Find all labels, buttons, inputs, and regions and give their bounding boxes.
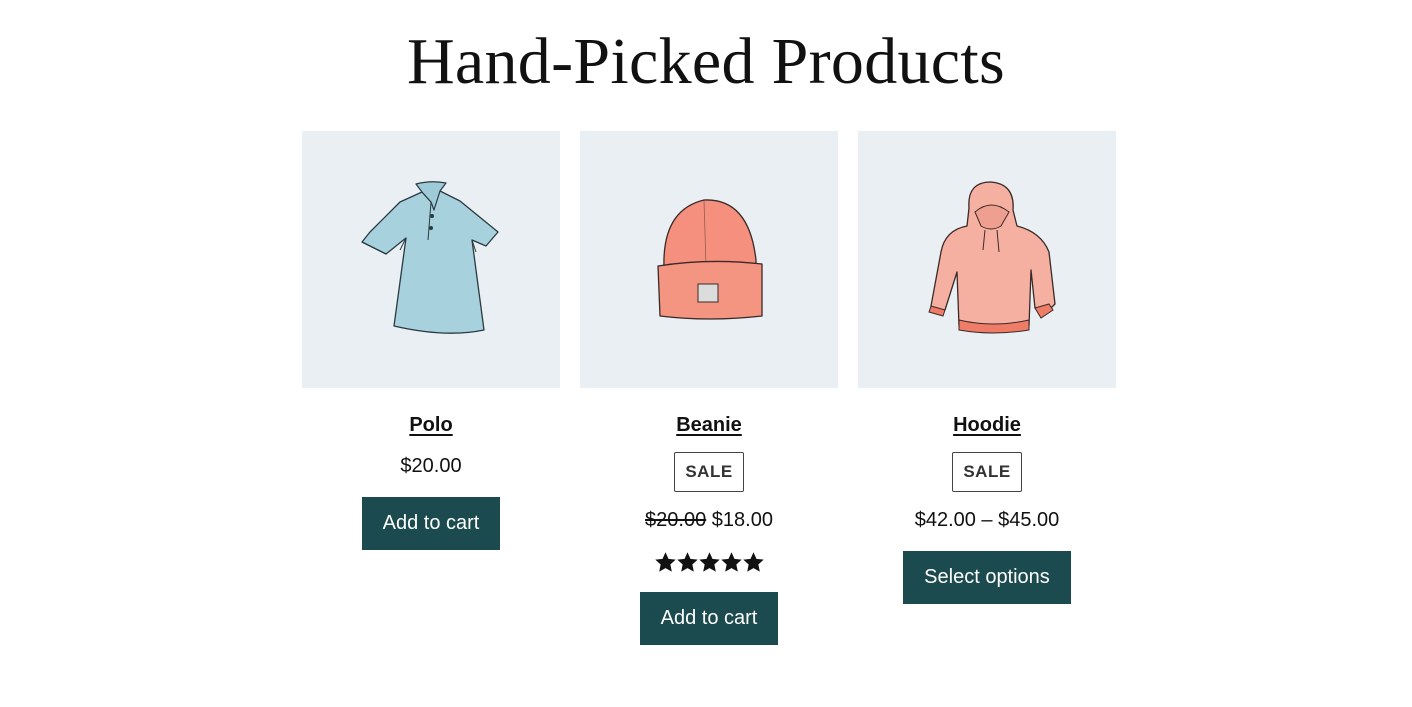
star-icon bbox=[742, 552, 764, 572]
sale-badge: SALE bbox=[674, 452, 744, 492]
add-to-cart-button-beanie[interactable]: Add to cart bbox=[639, 592, 779, 645]
product-grid: Polo $20.00 Add to cart Beanie SALE $20.… bbox=[302, 131, 1116, 645]
star-icon bbox=[698, 552, 720, 572]
product-name-hoodie[interactable]: Hoodie bbox=[953, 412, 1021, 438]
product-card-polo: Polo $20.00 Add to cart bbox=[302, 131, 560, 645]
price-current: $20.00 bbox=[400, 455, 462, 477]
beanie-icon bbox=[657, 198, 763, 320]
product-image-hoodie[interactable] bbox=[858, 131, 1116, 388]
product-price-hoodie: $42.00 – $45.00 bbox=[915, 508, 1060, 532]
star-icon bbox=[676, 552, 698, 572]
polo-shirt-icon bbox=[361, 180, 499, 334]
price-original: $20.00 bbox=[645, 509, 707, 531]
product-card-hoodie: Hoodie SALE $42.00 – $45.00 Select optio… bbox=[858, 131, 1116, 645]
product-image-beanie[interactable] bbox=[580, 131, 838, 388]
price-range: $42.00 – $45.00 bbox=[914, 509, 1060, 531]
product-name-beanie[interactable]: Beanie bbox=[676, 412, 742, 438]
hoodie-icon bbox=[928, 180, 1056, 333]
select-options-button-hoodie[interactable]: Select options bbox=[903, 551, 1071, 604]
product-price-polo: $20.00 bbox=[400, 454, 461, 478]
product-name-polo[interactable]: Polo bbox=[409, 412, 452, 438]
add-to-cart-button-polo[interactable]: Add to cart bbox=[361, 497, 501, 550]
star-rating bbox=[654, 552, 764, 573]
product-image-polo[interactable] bbox=[302, 131, 560, 388]
price-current: $18.00 bbox=[711, 509, 773, 531]
star-icon bbox=[720, 552, 742, 572]
page-title: Hand-Picked Products bbox=[406, 25, 1006, 98]
sale-badge: SALE bbox=[952, 452, 1022, 492]
product-price-beanie: $20.00 $18.00 bbox=[645, 508, 773, 532]
star-icon bbox=[654, 552, 676, 572]
product-card-beanie: Beanie SALE $20.00 $18.00 Add to cart bbox=[580, 131, 838, 645]
